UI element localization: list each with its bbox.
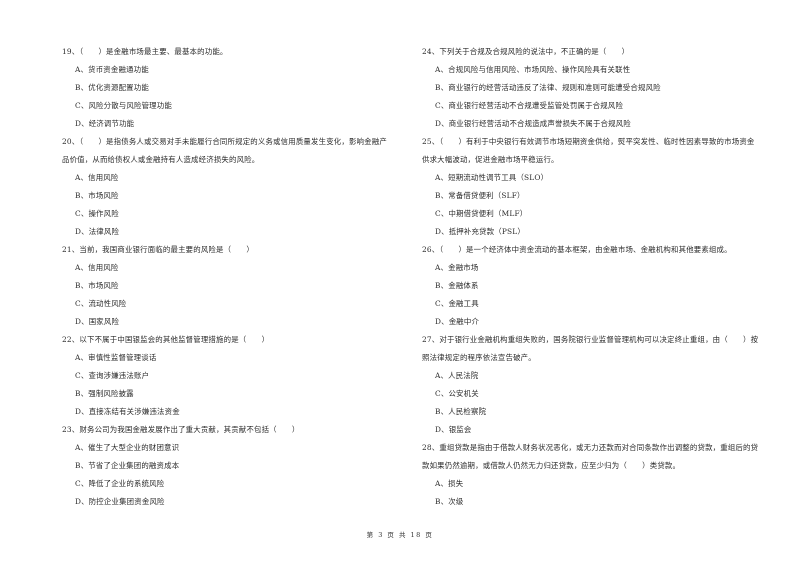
option-c: C、降低了企业的系统风险 <box>75 479 165 488</box>
page-number-footer: 第 3 页 共 18 页 <box>366 531 434 539</box>
question-stem: 25、（ ）有利于中央银行有效调节市场短期资金供给，熨平突发性、临时性因素导致的… <box>422 137 755 164</box>
question-28: 28、重组贷款是指由于借款人财务状况恶化，或无力还款而对合同条款作出调整的贷款，… <box>422 439 762 511</box>
option-d: D、银监会 <box>435 425 472 434</box>
question-23: 23、财务公司为我国金融发展作出了重大贡献，其贡献不包括（ ） A、催生了大型企… <box>62 421 392 511</box>
option-c: C、风险分散与风险管理功能 <box>75 101 172 110</box>
option-b: B、市场风险 <box>75 281 119 290</box>
option-d: D、经济调节功能 <box>75 119 135 128</box>
option-a: A、损失 <box>435 479 464 488</box>
option-d: D、抵押补充贷款（PSL） <box>435 227 525 236</box>
option-a: A、审慎性监督管理谈话 <box>75 353 157 362</box>
right-column: 24、下列关于合规及合规风险的说法中，不正确的是（ ） A、合规风险与信用风险、… <box>422 43 762 511</box>
question-stem: 22、以下不属于中国银监会的其他监督管理措施的是（ ） <box>62 335 270 344</box>
option-b: B、金融体系 <box>435 281 479 290</box>
option-d: D、防控企业集团资金风险 <box>75 497 165 506</box>
option-b: B、节省了企业集团的融资成本 <box>75 461 180 470</box>
option-b: B、常备借贷便利（SLF） <box>435 191 525 200</box>
option-b: B、优化资源配置功能 <box>75 83 149 92</box>
question-stem: 27、对于银行业金融机构重组失败的，国务院银行业监督管理机构可以决定终止重组，由… <box>422 335 759 362</box>
question-stem: 19、（ ）是金融市场最主要、最基本的功能。 <box>62 47 228 56</box>
option-b: B、强制风险披露 <box>75 389 134 398</box>
option-c: C、商业银行经营活动不合规遭受监管处罚属于合规风险 <box>435 101 624 110</box>
question-stem: 20、（ ）是指债务人或交易对手未能履行合同所规定的义务或信用质量发生变化，影响… <box>62 137 387 164</box>
question-24: 24、下列关于合规及合规风险的说法中，不正确的是（ ） A、合规风险与信用风险、… <box>422 43 762 133</box>
option-a: A、合规风险与信用风险、市场风险、操作风险具有关联性 <box>435 65 631 74</box>
option-c: C、公安机关 <box>435 389 479 398</box>
question-stem: 24、下列关于合规及合规风险的说法中，不正确的是（ ） <box>422 47 630 56</box>
question-27: 27、对于银行业金融机构重组失败的，国务院银行业监督管理机构可以决定终止重组，由… <box>422 331 762 439</box>
option-d: D、直接冻结有关涉嫌违法资金 <box>75 407 180 416</box>
question-19: 19、（ ）是金融市场最主要、最基本的功能。 A、货币资金融通功能 B、优化资源… <box>62 43 392 133</box>
question-22: 22、以下不属于中国银监会的其他监督管理措施的是（ ） A、审慎性监督管理谈话 … <box>62 331 392 421</box>
option-c: C、流动性风险 <box>75 299 127 308</box>
option-c: C、查询涉嫌违法账户 <box>75 371 150 380</box>
question-stem: 28、重组贷款是指由于借款人财务状况恶化，或无力还款而对合同条款作出调整的贷款，… <box>422 443 759 470</box>
option-a: A、信用风险 <box>75 173 119 182</box>
question-25: 25、（ ）有利于中央银行有效调节市场短期资金供给，熨平突发性、临时性因素导致的… <box>422 133 762 241</box>
option-a: A、金融市场 <box>435 263 479 272</box>
question-stem: 23、财务公司为我国金融发展作出了重大贡献，其贡献不包括（ ） <box>62 425 300 434</box>
question-21: 21、当前，我国商业银行面临的最主要的风险是（ ） A、信用风险 B、市场风险 … <box>62 241 392 331</box>
option-b: B、商业银行的经营活动违反了法律、规则和准则可能遭受合规风险 <box>435 83 661 92</box>
exam-page: 19、（ ）是金融市场最主要、最基本的功能。 A、货币资金融通功能 B、优化资源… <box>0 0 800 565</box>
option-b: B、市场风险 <box>75 191 119 200</box>
option-a: A、货币资金融通功能 <box>75 65 149 74</box>
option-a: A、短期流动性调节工具（SLO） <box>435 173 549 182</box>
option-d: D、国家风险 <box>75 317 120 326</box>
option-d: D、金融中介 <box>435 317 480 326</box>
option-a: A、信用风险 <box>75 263 119 272</box>
question-20: 20、（ ）是指债务人或交易对手未能履行合同所规定的义务或信用质量发生变化，影响… <box>62 133 392 241</box>
question-26: 26、（ ）是一个经济体中资金流动的基本框架，由金融市场、金融机构和其他要素组成… <box>422 241 762 331</box>
option-c: C、金融工具 <box>435 299 479 308</box>
option-c: C、中期借贷便利（MLF） <box>435 209 528 218</box>
question-stem: 21、当前，我国商业银行面临的最主要的风险是（ ） <box>62 245 254 254</box>
option-d: D、商业银行经营活动不合规造成声誉损失不属于合规风险 <box>435 119 631 128</box>
question-stem: 26、（ ）是一个经济体中资金流动的基本框架，由金融市场、金融机构和其他要素组成… <box>422 245 732 254</box>
option-a: A、催生了大型企业的财团意识 <box>75 443 180 452</box>
left-column: 19、（ ）是金融市场最主要、最基本的功能。 A、货币资金融通功能 B、优化资源… <box>62 43 392 511</box>
option-b: B、次级 <box>435 497 464 506</box>
option-b: B、人民检察院 <box>435 407 487 416</box>
option-d: D、法律风险 <box>75 227 120 236</box>
option-a: A、人民法院 <box>435 371 479 380</box>
option-c: C、操作风险 <box>75 209 119 218</box>
